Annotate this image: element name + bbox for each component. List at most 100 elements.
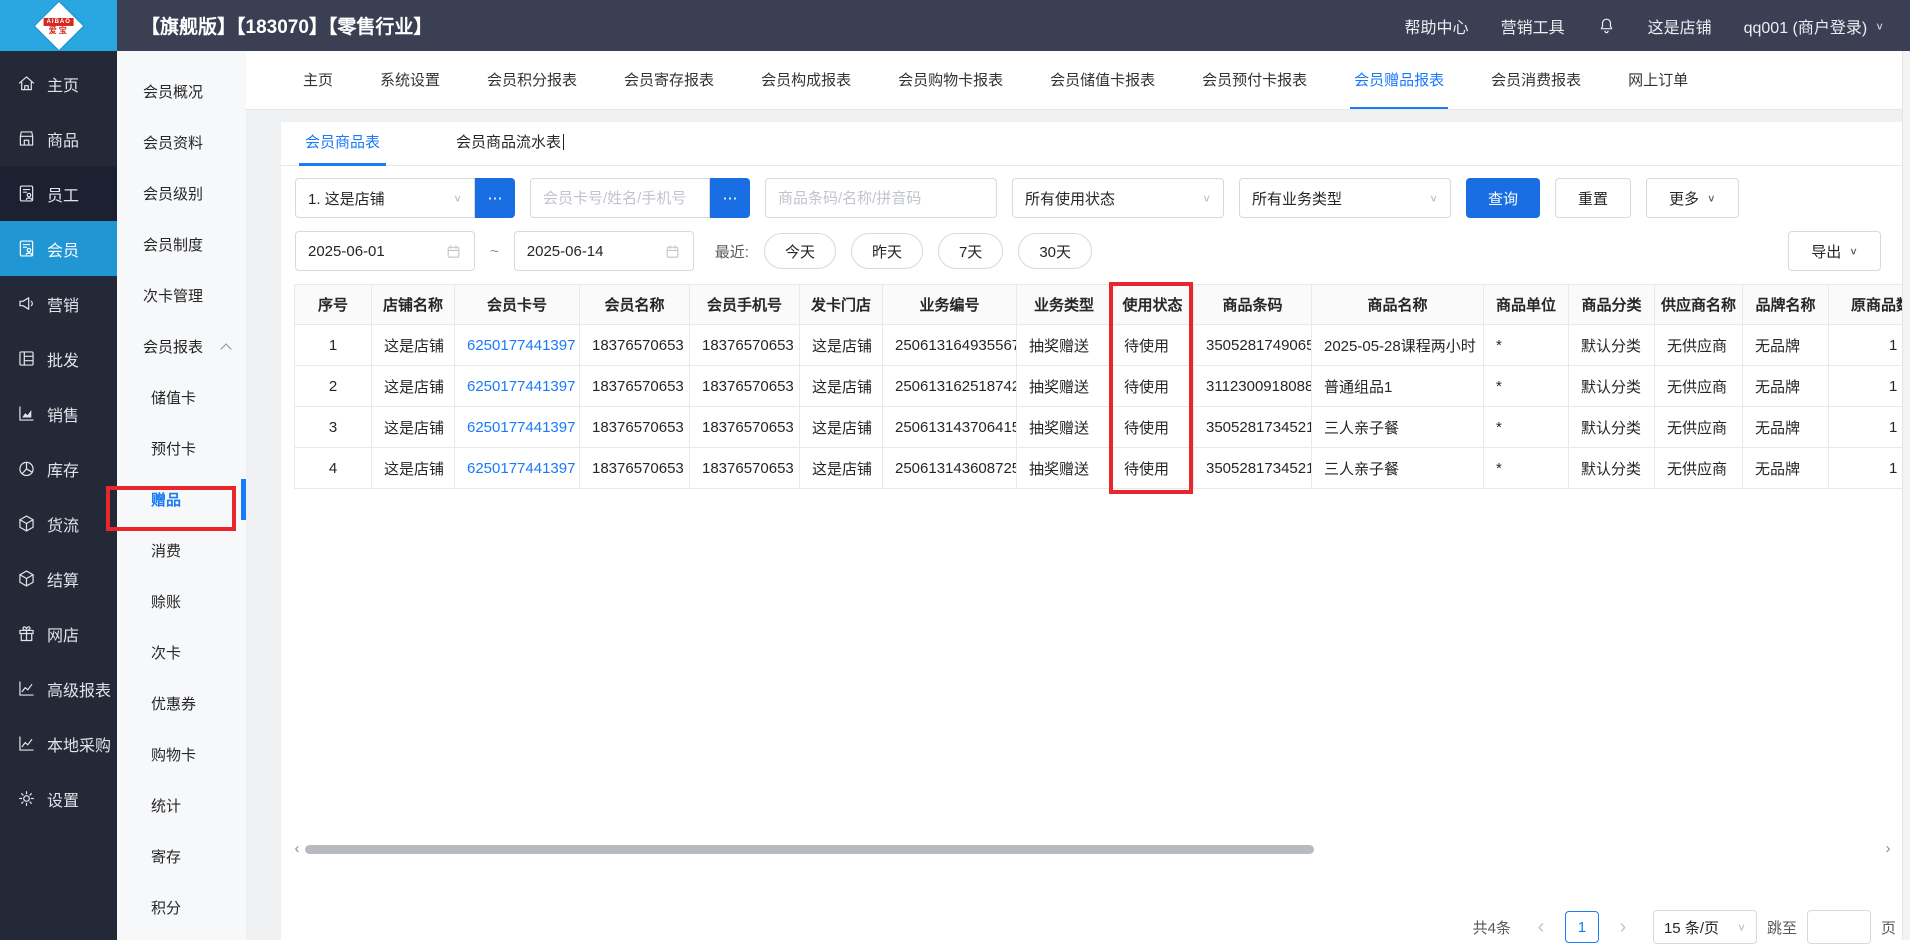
chevron-up-icon	[220, 343, 231, 354]
tab[interactable]: 会员储值卡报表	[1050, 51, 1155, 110]
scrollbar-thumb[interactable]	[305, 845, 1314, 854]
table-cell: 6250177441397	[455, 448, 580, 489]
table-cell: 250613143706415	[883, 407, 1017, 448]
quick-range-button[interactable]: 7天	[938, 233, 1003, 269]
submenu-item[interactable]: 会员资料	[117, 117, 246, 168]
primary-nav-item[interactable]: 结算	[0, 551, 117, 606]
store-select[interactable]: 1. 这是店铺 ∨	[295, 178, 475, 218]
date-to-picker[interactable]: 2025-06-14	[514, 231, 694, 271]
horizontal-scrollbar[interactable]: ‹ ›	[291, 842, 1894, 856]
primary-nav-item[interactable]: 会员	[0, 221, 117, 276]
store-more-button[interactable]: ⋯	[475, 178, 515, 218]
page-size-select[interactable]: 15 条/页 ∨	[1653, 910, 1757, 944]
primary-nav-item[interactable]: 库存	[0, 441, 117, 496]
primary-nav-item[interactable]: 销售	[0, 386, 117, 441]
table-row[interactable]: 2这是店铺62501774413971837657065318376570653…	[295, 366, 1910, 407]
member-search-input[interactable]	[530, 178, 710, 218]
scroll-left-icon[interactable]: ‹	[291, 842, 303, 856]
submenu-item[interactable]: 赠品	[117, 474, 246, 525]
help-center-link[interactable]: 帮助中心	[1405, 14, 1469, 38]
app-logo[interactable]: AIBAO 爱宝	[0, 0, 117, 51]
tab[interactable]: 会员寄存报表	[624, 51, 714, 110]
submenu-item[interactable]: 寄存	[117, 831, 246, 882]
submenu-item[interactable]: 次卡	[117, 627, 246, 678]
table-row[interactable]: 4这是店铺62501774413971837657065318376570653…	[295, 448, 1910, 489]
submenu-item[interactable]: 会员报表	[117, 321, 246, 372]
subtab[interactable]: 会员商品流水表	[450, 131, 570, 165]
submenu-item[interactable]: 会员级别	[117, 168, 246, 219]
primary-nav-item[interactable]: 货流	[0, 496, 117, 551]
primary-nav-item[interactable]: 主页	[0, 56, 117, 111]
submenu-item[interactable]: 会员制度	[117, 219, 246, 270]
submenu-item[interactable]: 赊账	[117, 576, 246, 627]
submenu-item[interactable]: 次卡管理	[117, 270, 246, 321]
tab[interactable]: 会员积分报表	[487, 51, 577, 110]
table-cell: 待使用	[1112, 325, 1194, 366]
table-cell: 这是店铺	[800, 325, 883, 366]
primary-nav-item[interactable]: 本地采购	[0, 716, 117, 771]
table-cell: 6250177441397	[455, 407, 580, 448]
primary-nav-item[interactable]: 商品	[0, 111, 117, 166]
scroll-right-icon[interactable]: ›	[1882, 842, 1894, 856]
primary-nav-item[interactable]: 高级报表	[0, 661, 117, 716]
tab[interactable]: 主页	[303, 51, 333, 110]
tab[interactable]: 会员预付卡报表	[1202, 51, 1307, 110]
primary-nav-item[interactable]: 营销	[0, 276, 117, 331]
submenu-item[interactable]: 预付卡	[117, 423, 246, 474]
table-cell: 无供应商	[1655, 366, 1743, 407]
marketing-tools-link[interactable]: 营销工具	[1501, 14, 1565, 38]
submenu-item-label: 优惠券	[151, 693, 196, 714]
table-row[interactable]: 3这是店铺62501774413971837657065318376570653…	[295, 407, 1910, 448]
table-cell: 3505281749065	[1194, 325, 1312, 366]
tab[interactable]: 会员赠品报表	[1354, 51, 1444, 110]
table-row[interactable]: 1这是店铺62501774413971837657065318376570653…	[295, 325, 1910, 366]
submenu-item-label: 寄存	[151, 846, 181, 867]
calendar-icon	[445, 243, 462, 260]
tab[interactable]: 会员消费报表	[1491, 51, 1581, 110]
reset-button[interactable]: 重置	[1555, 178, 1631, 218]
usage-status-select[interactable]: 所有使用状态 ∨	[1012, 178, 1224, 218]
submenu-item[interactable]: 统计	[117, 780, 246, 831]
business-type-select[interactable]: 所有业务类型 ∨	[1239, 178, 1451, 218]
submenu-item[interactable]: 会员概况	[117, 66, 246, 117]
shop-name[interactable]: 这是店铺	[1648, 14, 1712, 38]
more-button[interactable]: 更多 ∨	[1646, 178, 1739, 218]
tab[interactable]: 会员购物卡报表	[898, 51, 1003, 110]
vertical-scrollbar[interactable]	[1902, 51, 1910, 940]
submenu-item[interactable]: 购物卡	[117, 729, 246, 780]
primary-nav-item[interactable]: 员工	[0, 166, 117, 221]
account-menu[interactable]: qq001 (商户登录) ∨	[1744, 14, 1884, 38]
date-from-picker[interactable]: 2025-06-01	[295, 231, 475, 271]
prev-page-button[interactable]: ‹	[1527, 911, 1555, 943]
primary-nav-item[interactable]: 网店	[0, 606, 117, 661]
date-range-separator: ~	[490, 243, 499, 260]
tab-label: 系统设置	[380, 72, 440, 89]
quick-range-button[interactable]: 今天	[764, 233, 836, 269]
tab-label: 会员赠品报表	[1354, 72, 1444, 89]
product-search-input[interactable]	[765, 178, 997, 218]
submenu-item[interactable]: 积分	[117, 882, 246, 933]
primary-nav-item[interactable]: 设置	[0, 771, 117, 826]
jump-page-input[interactable]	[1807, 910, 1871, 944]
search-button[interactable]: 查询	[1466, 178, 1540, 218]
bell-icon[interactable]	[1597, 16, 1616, 35]
export-button[interactable]: 导出 ∨	[1788, 231, 1881, 271]
column-header: 业务编号	[883, 285, 1017, 325]
subtab[interactable]: 会员商品表	[299, 131, 386, 165]
table-cell: 待使用	[1112, 366, 1194, 407]
member-more-button[interactable]: ⋯	[710, 178, 750, 218]
current-page[interactable]: 1	[1565, 911, 1599, 943]
submenu-item[interactable]: 优惠券	[117, 678, 246, 729]
primary-nav-item[interactable]: 批发	[0, 331, 117, 386]
submenu-item[interactable]: 储值卡	[117, 372, 246, 423]
table-cell: 这是店铺	[372, 366, 455, 407]
tab[interactable]: 会员构成报表	[761, 51, 851, 110]
tab[interactable]: 网上订单	[1628, 51, 1688, 110]
table-cell: 3505281734521	[1194, 407, 1312, 448]
tab[interactable]: 系统设置	[380, 51, 440, 110]
next-page-button[interactable]: ›	[1609, 911, 1637, 943]
quick-range-button[interactable]: 30天	[1018, 233, 1092, 269]
primary-nav-label: 库存	[47, 457, 79, 481]
submenu-item[interactable]: 消费	[117, 525, 246, 576]
quick-range-button[interactable]: 昨天	[851, 233, 923, 269]
